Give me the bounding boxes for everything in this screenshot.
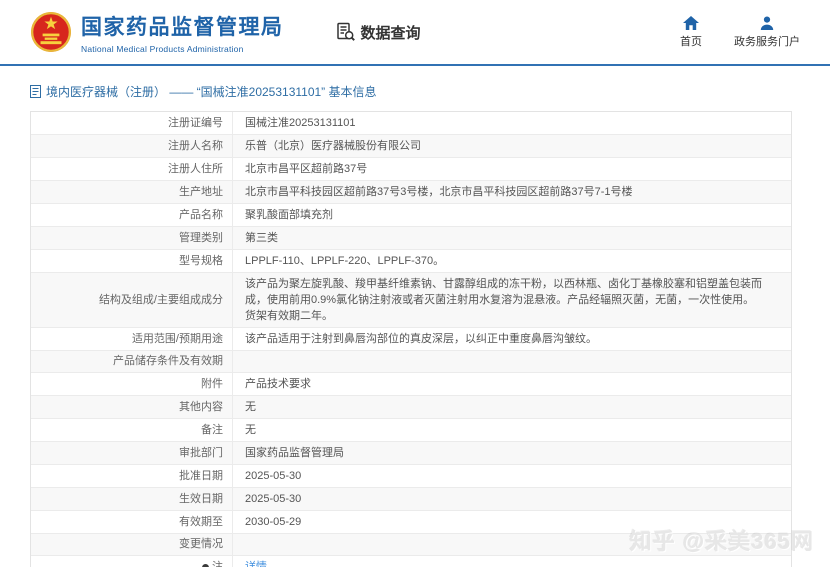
row-label: 型号规格 — [31, 250, 233, 272]
row-value: 国械注准20253131101 — [233, 112, 791, 134]
row-label: 注册人名称 — [31, 135, 233, 157]
nav-home[interactable]: 首页 — [680, 16, 702, 49]
row-value — [233, 351, 791, 372]
breadcrumb-text: 境内医疗器械（注册） —— “国械注准20253131101” 基本信息 — [46, 83, 377, 100]
row-label: 生产地址 — [31, 181, 233, 203]
row-value: 2025-05-30 — [233, 488, 791, 510]
person-icon — [760, 16, 774, 30]
row-value: 北京市昌平科技园区超前路37号3号楼，北京市昌平科技园区超前路37号7-1号楼 — [233, 181, 791, 203]
document-search-icon — [336, 22, 356, 42]
row-label: 附件 — [31, 373, 233, 395]
site-subtitle: National Medical Products Administration — [81, 44, 284, 54]
row-label: 产品储存条件及有效期 — [31, 351, 233, 372]
breadcrumb: 境内医疗器械（注册） —— “国械注准20253131101” 基本信息 — [30, 83, 830, 100]
table-row: 产品储存条件及有效期 — [31, 351, 791, 373]
row-label: 审批部门 — [31, 442, 233, 464]
table-row: 型号规格LPPLF-110、LPPLF-220、LPPLF-370。 — [31, 250, 791, 273]
row-value: 该产品适用于注射到鼻唇沟部位的真皮深层，以纠正中重度鼻唇沟皱纹。 — [233, 328, 791, 350]
row-value: 该产品为聚左旋乳酸、羧甲基纤维素钠、甘露醇组成的冻干粉，以西林瓶、卤化丁基橡胶塞… — [233, 273, 791, 327]
row-value: 北京市昌平区超前路37号 — [233, 158, 791, 180]
page: 国家药品监督管理局 National Medical Products Admi… — [0, 0, 830, 567]
row-label: 其他内容 — [31, 396, 233, 418]
row-value: 产品技术要求 — [233, 373, 791, 395]
row-value: 聚乳酸面部填充剂 — [233, 204, 791, 226]
row-label: 变更情况 — [31, 534, 233, 555]
nav-portal-label: 政务服务门户 — [734, 33, 800, 49]
site-title: 国家药品监督管理局 — [81, 11, 284, 41]
row-label: 生效日期 — [31, 488, 233, 510]
row-label: 结构及组成/主要组成成分 — [31, 273, 233, 327]
table-row: 结构及组成/主要组成成分该产品为聚左旋乳酸、羧甲基纤维素钠、甘露醇组成的冻干粉，… — [31, 273, 791, 328]
table-row: 生产地址北京市昌平科技园区超前路37号3号楼，北京市昌平科技园区超前路37号7-… — [31, 181, 791, 204]
national-emblem-icon — [30, 10, 72, 54]
row-value: 2025-05-30 — [233, 465, 791, 487]
row-label: 注册人住所 — [31, 158, 233, 180]
nav-home-label: 首页 — [680, 33, 702, 49]
table-row: 附件产品技术要求 — [31, 373, 791, 396]
row-value: 无 — [233, 419, 791, 441]
nav-data-query[interactable]: 数据查询 — [336, 22, 421, 43]
row-value: 无 — [233, 396, 791, 418]
row-label: 有效期至 — [31, 511, 233, 533]
row-value: 国家药品监督管理局 — [233, 442, 791, 464]
row-value: 详情 — [233, 556, 791, 567]
table-row: 备注无 — [31, 419, 791, 442]
watermark: 知乎 @采美365网 — [630, 524, 814, 556]
home-icon — [683, 16, 699, 30]
nav-portal[interactable]: 政务服务门户 — [734, 16, 800, 49]
pin-icon — [202, 564, 209, 567]
nmpa-logo[interactable]: 国家药品监督管理局 National Medical Products Admi… — [30, 10, 284, 54]
row-value: 第三类 — [233, 227, 791, 249]
table-row: 注册人住所北京市昌平区超前路37号 — [31, 158, 791, 181]
table-row: 批准日期2025-05-30 — [31, 465, 791, 488]
table-row: 注册人名称乐普（北京）医疗器械股份有限公司 — [31, 135, 791, 158]
row-value: LPPLF-110、LPPLF-220、LPPLF-370。 — [233, 250, 791, 272]
table-row: 其他内容无 — [31, 396, 791, 419]
registration-table: 注册证编号国械注准20253131101注册人名称乐普（北京）医疗器械股份有限公… — [30, 111, 792, 567]
header-right-nav: 首页 政务服务门户 — [680, 16, 800, 49]
row-label: 适用范围/预期用途 — [31, 328, 233, 350]
row-value: 乐普（北京）医疗器械股份有限公司 — [233, 135, 791, 157]
table-row: 生效日期2025-05-30 — [31, 488, 791, 511]
row-label: 注册证编号 — [31, 112, 233, 134]
row-label: 产品名称 — [31, 204, 233, 226]
table-row: 产品名称聚乳酸面部填充剂 — [31, 204, 791, 227]
document-icon — [30, 85, 41, 98]
table-row: 适用范围/预期用途该产品适用于注射到鼻唇沟部位的真皮深层，以纠正中重度鼻唇沟皱纹… — [31, 328, 791, 351]
detail-link[interactable]: 详情 — [245, 559, 267, 567]
table-row: 注册证编号国械注准20253131101 — [31, 112, 791, 135]
nav-data-query-label: 数据查询 — [361, 22, 421, 43]
row-label: 批准日期 — [31, 465, 233, 487]
table-row: 注 详情 — [31, 556, 791, 567]
site-header: 国家药品监督管理局 National Medical Products Admi… — [0, 0, 830, 66]
table-row: 管理类别第三类 — [31, 227, 791, 250]
row-label: 管理类别 — [31, 227, 233, 249]
site-title-block: 国家药品监督管理局 National Medical Products Admi… — [81, 11, 284, 54]
row-label: 注 — [31, 556, 233, 567]
table-row: 审批部门国家药品监督管理局 — [31, 442, 791, 465]
row-label: 备注 — [31, 419, 233, 441]
